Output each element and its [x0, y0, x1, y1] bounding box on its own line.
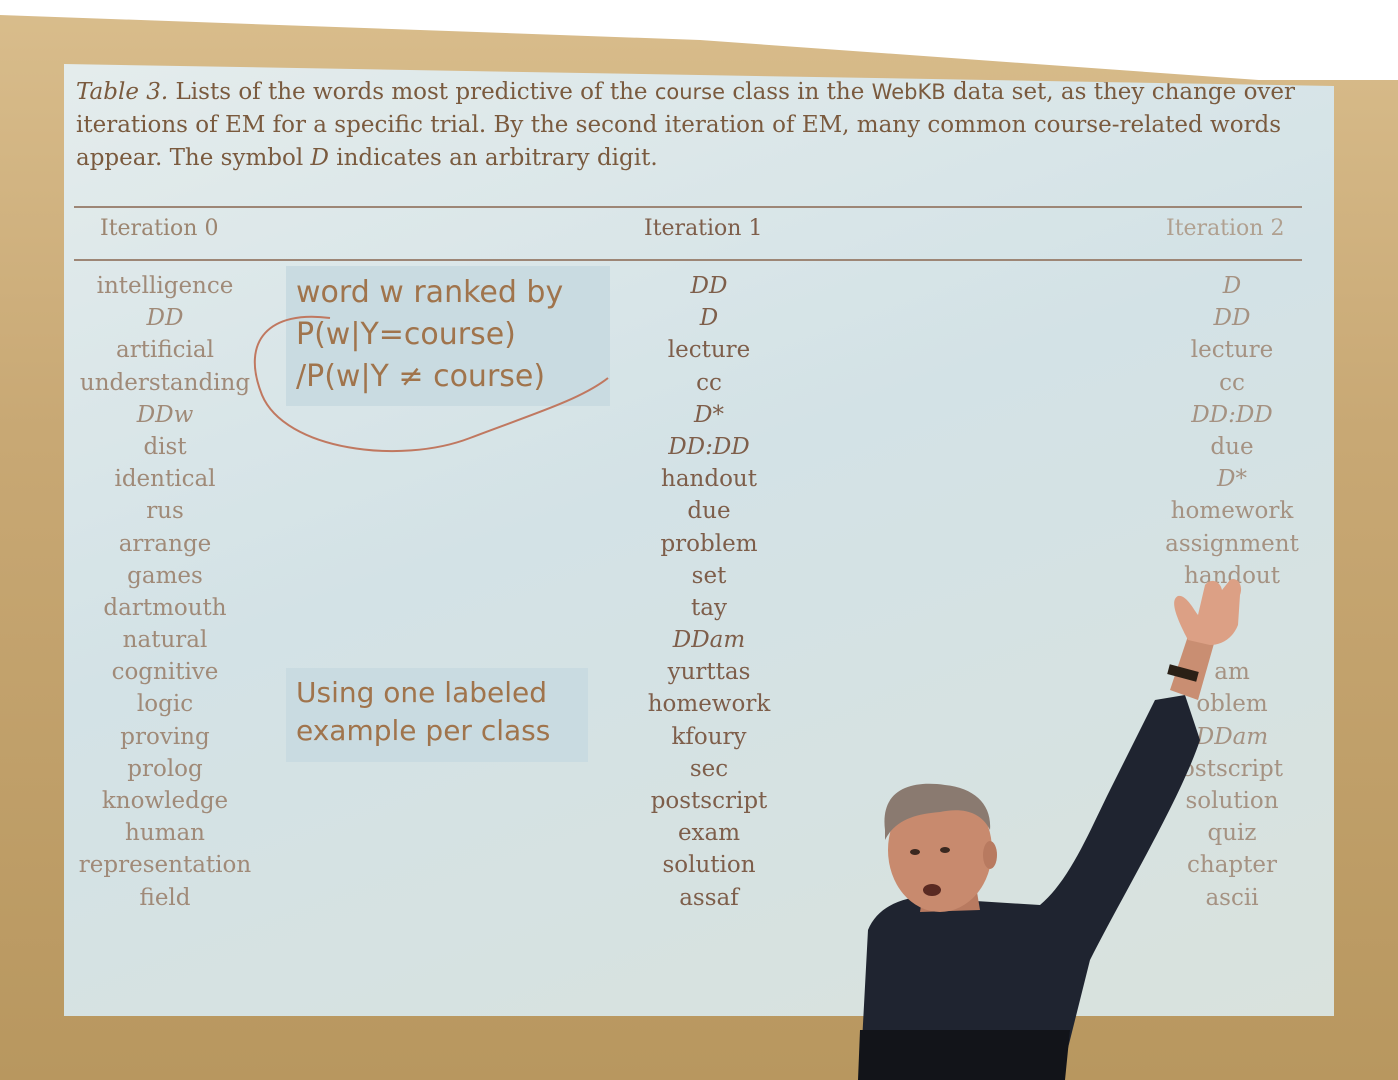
- presenter-eye: [940, 847, 950, 853]
- presenter-eye: [910, 849, 920, 855]
- presenter-shirt-lower: [858, 1030, 1070, 1080]
- presenter-hand: [1174, 578, 1242, 645]
- presenter-mouth: [923, 884, 941, 896]
- presenter-ear: [983, 841, 997, 869]
- presenter-figure: [858, 578, 1242, 1080]
